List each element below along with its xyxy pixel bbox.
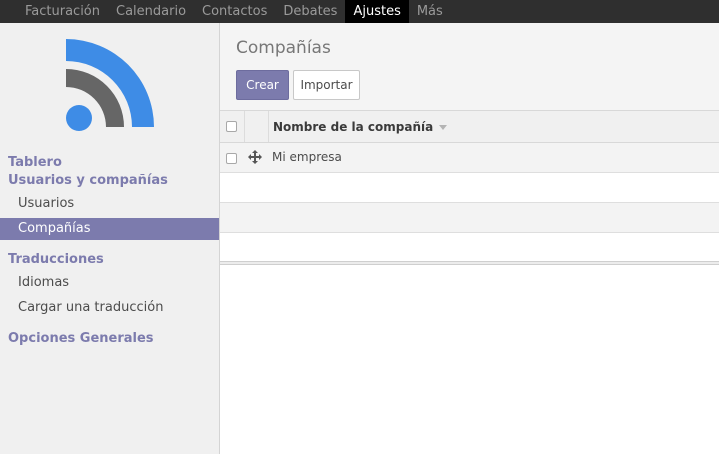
menu-facturacion[interactable]: Facturación (17, 0, 108, 23)
select-all-checkbox[interactable] (226, 121, 237, 132)
row-checkbox[interactable] (226, 153, 237, 164)
import-button[interactable]: Importar (293, 70, 360, 100)
page-title: Compañías (236, 38, 331, 58)
main-content: Compañías Crear Importar Nombre de la co… (220, 23, 719, 454)
sidebar-section-opciones-generales[interactable]: Opciones Generales (8, 331, 154, 346)
sidebar-section-traducciones[interactable]: Traducciones (8, 252, 104, 267)
row-company-name: Mi empresa (272, 150, 342, 164)
list-view: Nombre de la compañía Mi empresa (220, 110, 719, 454)
top-menu-bar: Facturación Calendario Contactos Debates… (0, 0, 719, 23)
table-header: Nombre de la compañía (220, 110, 719, 143)
sidebar: Tablero Usuarios y compañías Usuarios Co… (0, 23, 220, 454)
caret-down-icon (439, 125, 448, 130)
menu-mas[interactable]: Más (409, 0, 451, 23)
sidebar-item-usuarios[interactable]: Usuarios (0, 193, 219, 215)
column-header-nombre[interactable]: Nombre de la compañía (273, 120, 448, 134)
sidebar-item-idiomas[interactable]: Idiomas (0, 272, 219, 294)
sidebar-item-companias[interactable]: Compañías (0, 218, 219, 240)
menu-calendario[interactable]: Calendario (108, 0, 194, 23)
create-button[interactable]: Crear (236, 70, 289, 100)
table-row[interactable]: Mi empresa (220, 143, 719, 173)
column-divider (268, 111, 269, 142)
sidebar-item-cargar-traduccion[interactable]: Cargar una traducción (0, 297, 219, 319)
empty-row (220, 203, 719, 233)
menu-ajustes[interactable]: Ajustes (345, 0, 409, 23)
empty-row (220, 233, 719, 263)
table-footer (220, 261, 719, 265)
sidebar-section-tablero[interactable]: Tablero (8, 155, 62, 170)
column-divider (244, 111, 245, 142)
rss-feed-logo-icon[interactable] (62, 39, 158, 135)
empty-row (220, 173, 719, 203)
sidebar-section-usuarios-companias[interactable]: Usuarios y compañías (8, 173, 168, 188)
move-icon[interactable] (248, 150, 262, 164)
column-header-label: Nombre de la compañía (273, 120, 434, 134)
menu-debates[interactable]: Debates (275, 0, 345, 23)
menu-contactos[interactable]: Contactos (194, 0, 275, 23)
